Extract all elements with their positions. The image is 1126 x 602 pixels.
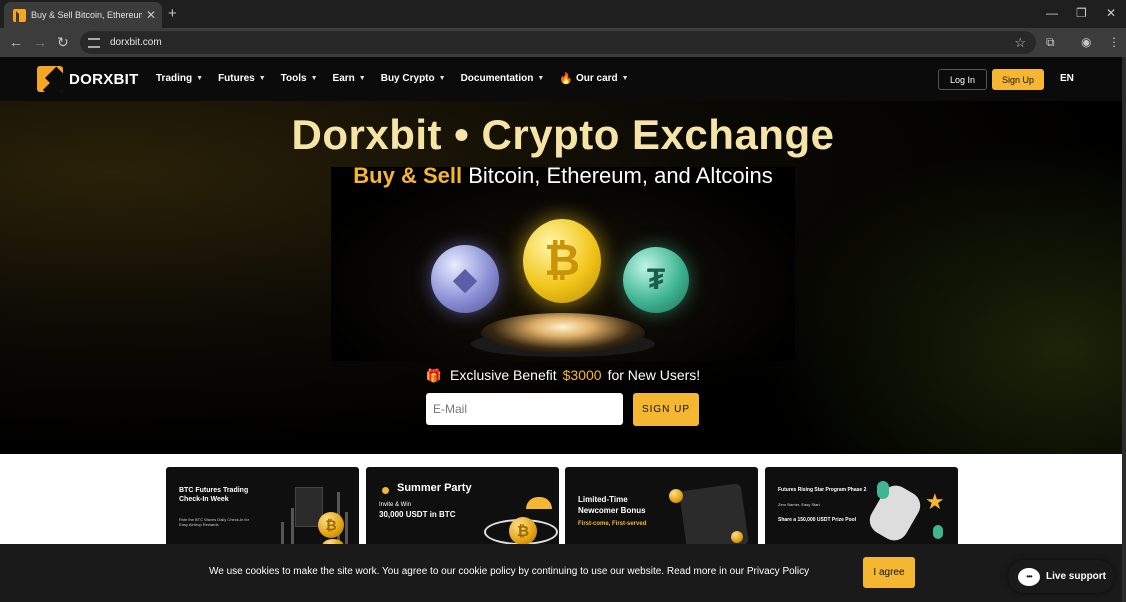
browser-tab-bar: Buy & Sell Bitcoin, Ethereum | C ✕ + — ❐… xyxy=(0,0,1126,28)
site-header: DORXBIT Trading ▼ Futures ▼ Tools ▼ Earn ▼ B… xyxy=(0,57,1126,101)
extensions-icon[interactable]: ⧉ xyxy=(1046,35,1055,50)
tab-close-icon[interactable]: ✕ xyxy=(146,8,156,22)
nav-our-card[interactable]: 🔥 Our card ▼ xyxy=(559,72,628,85)
nav-label: Documentation xyxy=(460,73,534,84)
umbrella-icon xyxy=(526,497,552,509)
brand-name: DORXBIT xyxy=(69,70,139,88)
benefit-pre: Exclusive Benefit xyxy=(450,367,557,383)
astronaut-icon xyxy=(864,480,926,546)
tab-title: Buy & Sell Bitcoin, Ethereum | C xyxy=(31,10,142,20)
promo-title: BTC Futures Trading Check-In Week xyxy=(179,487,249,503)
promo-highlight: 30,000 USDT in BTC xyxy=(379,510,456,519)
benefit-post: for New Users! xyxy=(607,367,701,383)
promo-title: Futures Rising Star Program Phase 2 xyxy=(778,487,867,493)
chevron-down-icon: ▼ xyxy=(537,75,545,82)
benefit-banner: 🎁 Exclusive Benefit $3000 for New Users! xyxy=(0,367,1126,384)
main-nav: Trading ▼ Futures ▼ Tools ▼ Earn ▼ Buy Crypt… xyxy=(156,72,644,85)
bookmark-star-icon[interactable]: ☆ xyxy=(1014,35,1026,51)
cookie-message: We use cookies to make the site work. Yo… xyxy=(209,566,810,577)
cookie-banner: We use cookies to make the site work. Yo… xyxy=(0,544,1126,602)
nav-label: Buy Crypto xyxy=(380,73,435,84)
chevron-down-icon: ▼ xyxy=(310,75,318,82)
nav-trading[interactable]: Trading ▼ xyxy=(156,72,203,85)
minimize-icon[interactable]: — xyxy=(1046,6,1058,20)
profile-icon[interactable]: ◉ xyxy=(1081,35,1091,49)
live-support-label: Live support xyxy=(1046,571,1107,582)
dorxbit-logo-icon xyxy=(37,66,63,92)
promo-subtitle: Ride the BTC Waves Daily Check-In for Ea… xyxy=(179,517,250,527)
nav-label: Trading xyxy=(156,73,193,84)
site-favicon-icon xyxy=(13,8,26,22)
bitcoin-coin-icon: ₿ xyxy=(318,512,344,538)
promo-line: First-come, First-served xyxy=(578,521,647,527)
chevron-down-icon: ▼ xyxy=(258,75,266,82)
tether-coin-icon xyxy=(933,525,943,539)
chevron-down-icon: ▼ xyxy=(358,75,366,82)
promo-title: Summer Party xyxy=(397,482,472,494)
website: DORXBIT Trading ▼ Futures ▼ Tools ▼ Earn ▼ B… xyxy=(0,57,1126,602)
promo-highlight: Share a 150,000 USDT Prize Pool xyxy=(778,517,857,523)
menu-kebab-icon[interactable]: ⋮ xyxy=(1108,35,1120,49)
nav-label: Futures xyxy=(218,73,255,84)
hero-signup-button[interactable]: SIGN UP xyxy=(633,393,699,426)
tether-coin-icon: ₮ xyxy=(623,247,689,313)
back-icon[interactable]: ← xyxy=(9,34,23,50)
chevron-down-icon: ▼ xyxy=(438,75,446,82)
tether-coin-icon xyxy=(877,481,889,499)
browser-toolbar: ← → ↻ dorxbit.com ☆ ⧉ ◉ ⋮ xyxy=(0,28,1126,57)
star-icon: ★ xyxy=(925,489,945,514)
chevron-down-icon: ▼ xyxy=(196,75,204,82)
login-button[interactable]: Log In xyxy=(938,69,987,90)
promo-title: Limited-Time Newcomer Bonus xyxy=(578,495,646,515)
bullet-dot-icon xyxy=(382,487,389,494)
chevron-down-icon: ▼ xyxy=(621,75,629,82)
nav-label: Earn xyxy=(332,73,355,84)
address-url[interactable]: dorxbit.com xyxy=(110,37,162,48)
nav-label: Tools xyxy=(280,73,307,84)
coin-icon xyxy=(731,531,743,543)
bitcoin-coin-icon: ₿ xyxy=(523,219,601,303)
window-close-icon[interactable]: ✕ xyxy=(1106,6,1116,20)
reload-icon[interactable]: ↻ xyxy=(57,34,69,51)
language-selector[interactable]: EN xyxy=(1060,73,1074,84)
ethereum-coin-icon: ◆ xyxy=(431,245,499,313)
nav-futures[interactable]: Futures ▼ xyxy=(218,72,266,85)
hero-subtitle-accent: Buy & Sell xyxy=(353,163,463,188)
benefit-amount: $3000 xyxy=(562,367,602,383)
site-info-icon[interactable] xyxy=(88,37,100,48)
signup-button[interactable]: Sign Up xyxy=(992,69,1044,90)
glowing-pedestal xyxy=(471,313,655,357)
nav-documentation[interactable]: Documentation ▼ xyxy=(461,72,545,85)
promo-line: Zero Barrier, Easy Start xyxy=(778,502,820,507)
hero-illustration: ◆ ₿ ₮ xyxy=(331,167,795,361)
nav-label: Our card xyxy=(575,73,618,84)
restore-icon[interactable]: ❐ xyxy=(1076,6,1087,20)
promo-line: Invite & Win xyxy=(379,502,412,508)
nav-tools[interactable]: Tools ▼ xyxy=(281,72,318,85)
live-support-button[interactable]: ••• Live support xyxy=(1008,560,1114,593)
nav-earn[interactable]: Earn ▼ xyxy=(333,72,366,85)
gift-icon: 🎁 xyxy=(425,368,443,383)
hero-subtitle: Buy & Sell Bitcoin, Ethereum, and Altcoi… xyxy=(0,163,1126,189)
brand-logo[interactable]: DORXBIT xyxy=(37,66,139,92)
browser-tab[interactable]: Buy & Sell Bitcoin, Ethereum | C ✕ xyxy=(4,2,162,28)
fire-icon: 🔥 xyxy=(559,73,573,85)
coin-icon xyxy=(669,489,683,503)
hero-subtitle-rest: Bitcoin, Ethereum, and Altcoins xyxy=(468,163,773,188)
chat-bubble-icon: ••• xyxy=(1018,567,1040,586)
new-tab-button[interactable]: + xyxy=(168,5,177,22)
cookie-agree-button[interactable]: I agree xyxy=(863,557,915,588)
hero-title: Dorxbit • Crypto Exchange xyxy=(291,111,835,158)
forward-icon[interactable]: → xyxy=(33,34,47,50)
hero-section: Dorxbit • Crypto Exchange Buy & Sell Bit… xyxy=(0,101,1126,454)
nav-buy-crypto[interactable]: Buy Crypto ▼ xyxy=(381,72,446,85)
address-bar[interactable]: dorxbit.com ☆ xyxy=(80,31,1036,54)
bitcoin-coin-icon: ₿ xyxy=(509,517,537,545)
email-input[interactable] xyxy=(426,393,623,425)
